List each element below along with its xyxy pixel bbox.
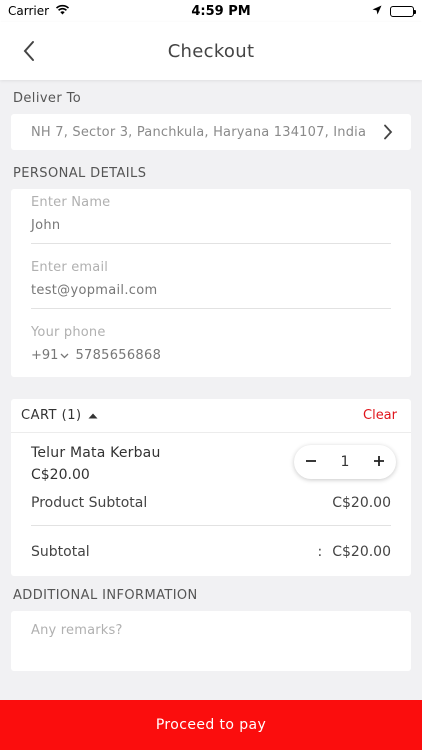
- decrease-quantity-button[interactable]: [305, 453, 317, 471]
- deliver-to-label: Deliver To: [13, 91, 82, 106]
- email-value[interactable]: test@yopmail.com: [31, 283, 391, 298]
- phone-label: Your phone: [31, 325, 106, 340]
- status-left: Carrier: [8, 4, 70, 18]
- wifi-icon: [55, 4, 70, 18]
- cart-item: Telur Mata Kerbau C$20.00 1: [11, 433, 411, 483]
- product-subtotal-label: Product Subtotal: [31, 495, 148, 511]
- chevron-down-icon: [60, 353, 69, 358]
- subtotal-value-group: : C$20.00: [318, 544, 391, 560]
- personal-details-label: PERSONAL DETAILS: [13, 166, 147, 181]
- increase-quantity-button[interactable]: [373, 453, 385, 471]
- country-code-select[interactable]: +91: [31, 348, 69, 363]
- subtotal-row: Subtotal : C$20.00: [11, 526, 411, 570]
- subtotal-label: Subtotal: [31, 544, 90, 560]
- additional-info-label: ADDITIONAL INFORMATION: [13, 588, 198, 603]
- carrier-label: Carrier: [8, 4, 50, 18]
- clear-cart-button[interactable]: Clear: [363, 408, 397, 423]
- name-field[interactable]: Enter Name John: [31, 189, 391, 233]
- phone-row: +91 5785656868: [31, 348, 391, 363]
- email-label: Enter email: [31, 260, 109, 275]
- item-price: C$20.00: [31, 467, 90, 483]
- chevron-right-icon: [384, 124, 393, 140]
- quantity-value: 1: [340, 454, 350, 470]
- remarks-card: [11, 611, 411, 671]
- address-text: NH 7, Sector 3, Panchkula, Haryana 13410…: [31, 124, 367, 140]
- status-bar: Carrier 4:59 PM: [0, 0, 422, 22]
- minus-icon: [306, 460, 316, 462]
- status-time: 4:59 PM: [191, 3, 251, 19]
- back-button[interactable]: [18, 38, 42, 64]
- product-subtotal-row: Product Subtotal C$20.00: [31, 483, 391, 526]
- phone-value[interactable]: 5785656868: [75, 348, 161, 363]
- battery-icon: [390, 5, 416, 17]
- caret-up-icon: [88, 413, 98, 418]
- header: Checkout: [0, 22, 422, 80]
- cart-toggle[interactable]: CART (1): [21, 408, 98, 423]
- personal-details-card: Enter Name John Enter email test@yopmail…: [11, 189, 411, 377]
- country-code-value: +91: [31, 348, 59, 363]
- plus-icon: [373, 456, 384, 466]
- chevron-left-icon: [23, 41, 34, 61]
- cart-title: CART (1): [21, 408, 82, 423]
- location-arrow-icon: [372, 4, 382, 18]
- item-name: Telur Mata Kerbau: [31, 445, 161, 461]
- subtotal-value: C$20.00: [332, 544, 391, 560]
- quantity-stepper: 1: [294, 445, 396, 479]
- proceed-to-pay-button[interactable]: Proceed to pay: [0, 700, 422, 750]
- name-label: Enter Name: [31, 195, 111, 210]
- phone-field[interactable]: Your phone +91 5785656868: [31, 308, 391, 363]
- cart-item-info: Telur Mata Kerbau C$20.00: [31, 445, 161, 483]
- name-value[interactable]: John: [31, 218, 391, 233]
- cart-header: CART (1) Clear: [11, 399, 411, 433]
- status-right: [372, 4, 416, 18]
- remarks-input[interactable]: [31, 623, 391, 638]
- address-selector[interactable]: NH 7, Sector 3, Panchkula, Haryana 13410…: [11, 114, 411, 150]
- subtotal-separator: :: [317, 544, 323, 560]
- cart-card: CART (1) Clear Telur Mata Kerbau C$20.00…: [11, 399, 411, 576]
- product-subtotal-value: C$20.00: [332, 495, 391, 511]
- email-field[interactable]: Enter email test@yopmail.com: [31, 243, 391, 298]
- page-title: Checkout: [167, 40, 255, 62]
